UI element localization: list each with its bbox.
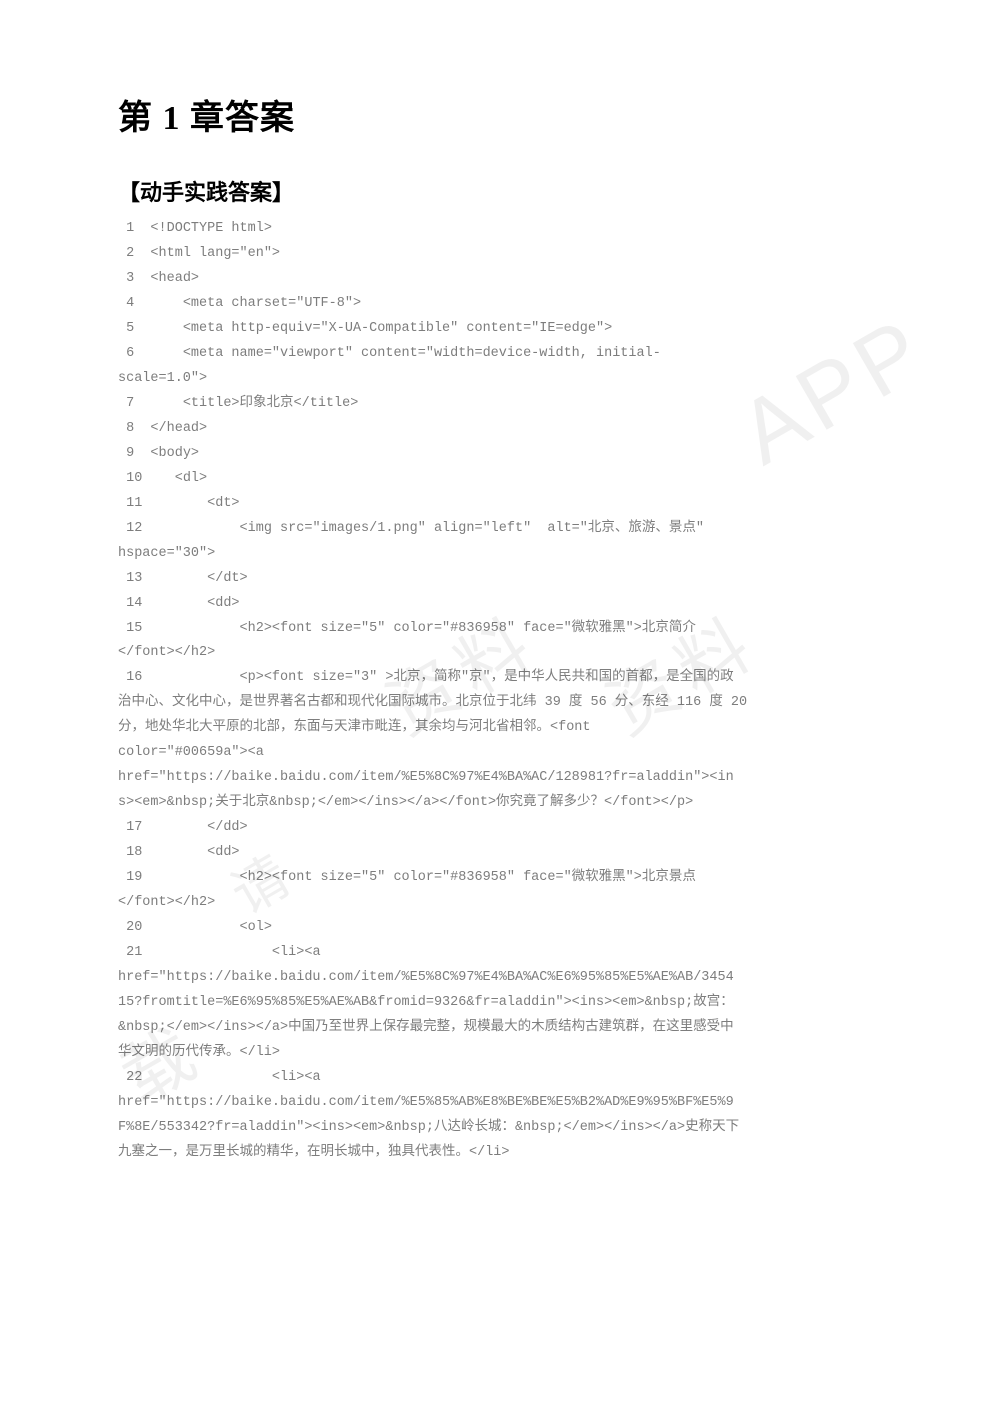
section-subtitle: 【动手实践答案】 [118,175,875,207]
chapter-title: 第 1 章答案 [118,90,875,139]
page-container: 第 1 章答案 【动手实践答案】 1 <!DOCTYPE html> 2 <ht… [0,0,993,1226]
code-listing: 1 <!DOCTYPE html> 2 <html lang="en"> 3 <… [118,217,875,1166]
